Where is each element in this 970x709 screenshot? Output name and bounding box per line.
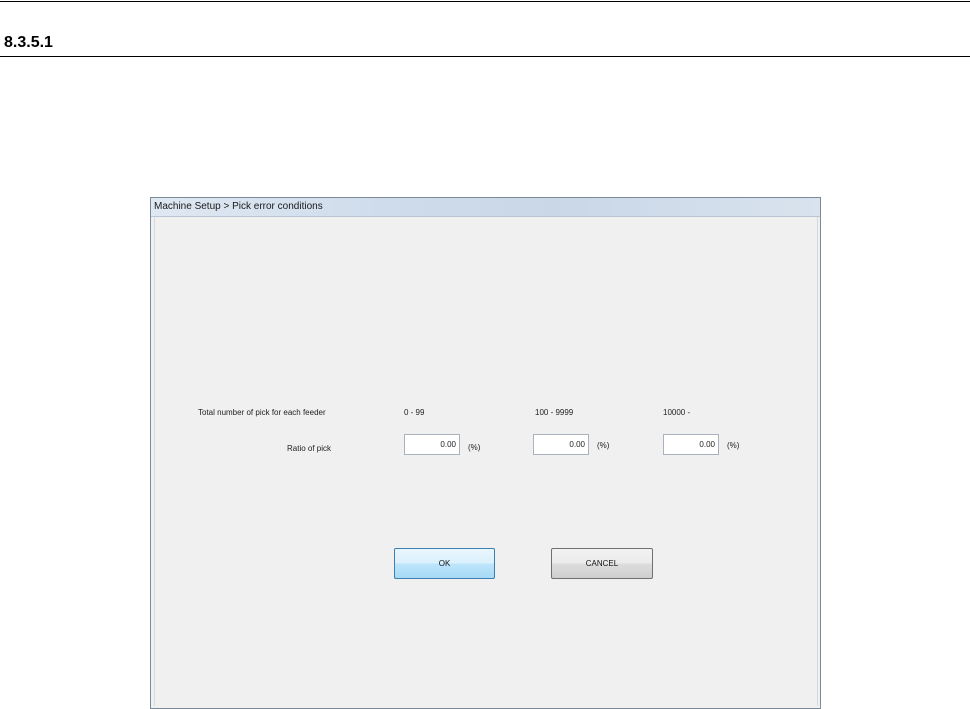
dialog-titlebar[interactable]: Machine Setup > Pick error conditions — [151, 198, 820, 217]
dialog-title: Machine Setup > Pick error conditions — [154, 201, 323, 212]
section-number: 8.3.5.1 — [4, 34, 53, 51]
cancel-button[interactable]: CANCEL — [551, 548, 653, 579]
range-label-low: 0 - 99 — [404, 408, 425, 417]
ratio-input-high[interactable]: 0.00 — [663, 434, 719, 455]
dialog-window: Machine Setup > Pick error conditions To… — [150, 197, 821, 709]
page-top-rule — [0, 1, 970, 2]
total-picks-label: Total number of pick for each feeder — [198, 408, 326, 417]
ok-button[interactable]: OK — [394, 548, 495, 579]
ratio-of-pick-label: Ratio of pick — [287, 444, 332, 453]
section-rule — [0, 56, 970, 57]
ratio-unit-low: (%) — [468, 443, 481, 452]
dialog-client-area: Total number of pick for each feeder 0 -… — [154, 217, 818, 706]
ratio-input-mid[interactable]: 0.00 — [533, 434, 589, 455]
range-label-high: 10000 - — [663, 408, 691, 417]
ratio-input-low[interactable]: 0.00 — [404, 434, 460, 455]
range-label-mid: 100 - 9999 — [535, 408, 574, 417]
ratio-unit-high: (%) — [727, 441, 740, 450]
ratio-unit-mid: (%) — [597, 441, 610, 450]
